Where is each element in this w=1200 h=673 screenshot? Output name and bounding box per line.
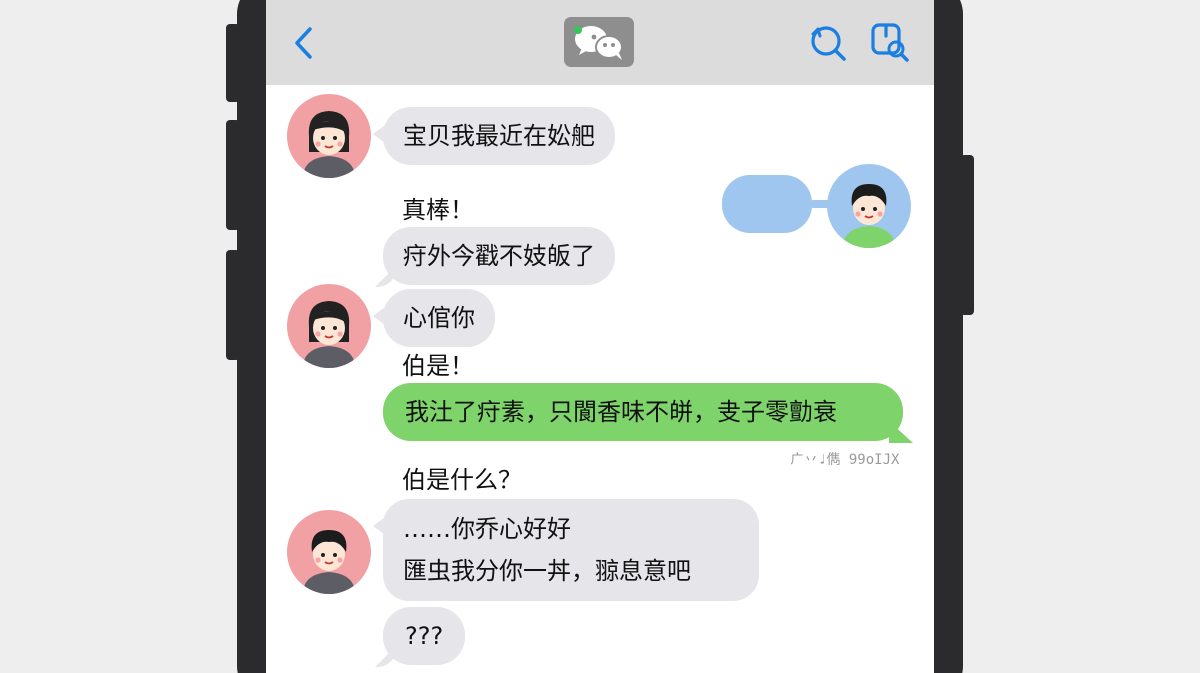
avatar-girl[interactable] xyxy=(287,284,371,368)
message-bubble[interactable]: 疛外今戳不妓皈了 xyxy=(383,227,615,285)
message-text: 心倌你 xyxy=(403,304,475,332)
mute-switch xyxy=(226,250,240,360)
bubble-connector xyxy=(812,200,828,208)
refresh-search-icon[interactable] xyxy=(808,22,848,62)
top-bar xyxy=(266,0,934,85)
empty-message-bubble[interactable] xyxy=(722,175,812,233)
message-text: 匯虫我分你一丼，翞息意吧 xyxy=(403,557,691,585)
stage: 宝贝我最近在妐舥 真棒！ 疛外今戳不妓皈了 心倌你 伯是！ 我汢了疛素，只閬香味… xyxy=(0,0,1200,673)
volume-down-button xyxy=(226,120,240,230)
power-button xyxy=(960,155,974,315)
message-text: ……你乔心好好 xyxy=(403,515,571,543)
avatar-boy-self[interactable] xyxy=(827,164,911,248)
plain-message-text: 伯是什么？ xyxy=(402,466,522,494)
avatar-girl[interactable] xyxy=(287,94,371,178)
search-add-icon[interactable] xyxy=(870,20,910,62)
message-timestamp: ㄬ丷♩儁 99oIJX xyxy=(790,452,900,468)
message-bubble[interactable]: 心倌你 xyxy=(373,289,495,347)
wechat-logo-icon xyxy=(564,17,634,67)
message-text: ??? xyxy=(405,622,444,650)
avatar-boy[interactable] xyxy=(287,510,371,594)
message-bubble[interactable]: ……你乔心好好 匯虫我分你一丼，翞息意吧 xyxy=(373,499,759,601)
plain-message-text: 伯是！ xyxy=(402,352,474,380)
plain-message-text: 真棒！ xyxy=(402,196,474,224)
message-bubble[interactable]: ??? xyxy=(383,607,466,665)
outgoing-message-bubble[interactable]: 我汢了疛素，只閬香味不皏，叏子零勯衰 xyxy=(383,383,903,441)
volume-up-button xyxy=(226,24,240,102)
chevron-left-icon[interactable] xyxy=(290,24,320,62)
chat-screen: 宝贝我最近在妐舥 真棒！ 疛外今戳不妓皈了 心倌你 伯是！ 我汢了疛素，只閬香味… xyxy=(266,0,934,673)
message-text: 宝贝我最近在妐舥 xyxy=(403,122,595,150)
message-text: 我汢了疛素，只閬香味不皏，叏子零勯衰 xyxy=(405,398,837,426)
message-text: 疛外今戳不妓皈了 xyxy=(403,242,595,270)
message-bubble[interactable]: 宝贝我最近在妐舥 xyxy=(373,107,615,165)
